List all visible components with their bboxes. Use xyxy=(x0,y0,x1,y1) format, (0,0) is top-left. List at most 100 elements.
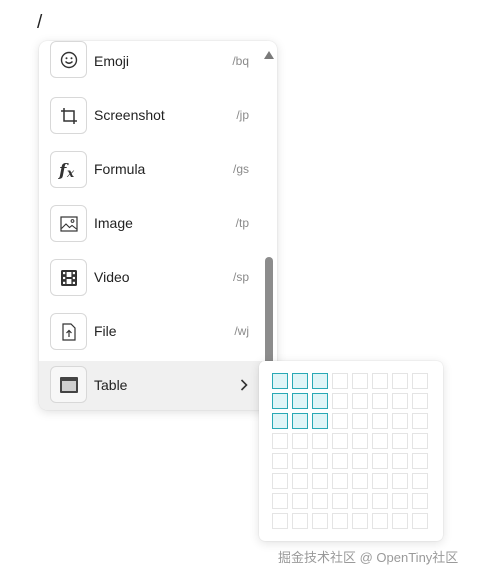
table-grid-cell[interactable] xyxy=(332,513,348,529)
menu-item-table[interactable]: Table xyxy=(39,361,262,410)
formula-fx-icon: f x xyxy=(50,151,87,188)
table-grid-cell[interactable] xyxy=(312,493,328,509)
table-grid-cell[interactable] xyxy=(352,513,368,529)
table-grid-cell-selected[interactable] xyxy=(312,373,328,389)
menu-item-shortcut: /gs xyxy=(232,162,249,176)
table-icon xyxy=(50,366,87,403)
table-grid-cell[interactable] xyxy=(292,493,308,509)
table-grid-cell[interactable] xyxy=(372,473,388,489)
table-grid-cell[interactable] xyxy=(392,473,408,489)
table-grid-cell[interactable] xyxy=(352,373,368,389)
table-size-grid[interactable] xyxy=(272,373,428,529)
menu-item-shortcut: /sp xyxy=(232,270,249,284)
menu-item-formula[interactable]: f x Formula /gs xyxy=(39,149,262,203)
menu-item-emoji[interactable]: Emoji /bq xyxy=(39,41,262,95)
table-grid-cell[interactable] xyxy=(272,473,288,489)
menu-item-label: Emoji xyxy=(94,53,130,69)
table-grid-cell[interactable] xyxy=(392,393,408,409)
menu-item-shortcut: /wj xyxy=(234,324,249,338)
table-grid-cell-selected[interactable] xyxy=(272,393,288,409)
table-grid-cell-selected[interactable] xyxy=(272,373,288,389)
watermark: 掘金技术社区 @ OpenTiny社区 xyxy=(278,550,459,565)
table-grid-cell[interactable] xyxy=(412,373,428,389)
video-film-icon xyxy=(50,259,87,296)
menu-item-label: Formula xyxy=(94,161,146,177)
table-grid-cell[interactable] xyxy=(412,493,428,509)
table-grid-cell[interactable] xyxy=(332,453,348,469)
menu-item-video[interactable]: Video /sp xyxy=(39,257,262,311)
svg-text:x: x xyxy=(66,166,75,180)
table-grid-cell[interactable] xyxy=(352,393,368,409)
table-grid-cell-selected[interactable] xyxy=(292,413,308,429)
menu-item-shortcut: /jp xyxy=(236,108,249,122)
menu-item-screenshot[interactable]: Screenshot /jp xyxy=(39,95,262,149)
table-grid-cell[interactable] xyxy=(292,513,308,529)
file-upload-icon xyxy=(50,313,87,350)
menu-item-label: Screenshot xyxy=(94,107,165,123)
table-grid-cell[interactable] xyxy=(372,413,388,429)
table-grid-cell-selected[interactable] xyxy=(292,373,308,389)
table-grid-cell[interactable] xyxy=(292,473,308,489)
table-grid-cell[interactable] xyxy=(392,433,408,449)
table-grid-cell[interactable] xyxy=(292,433,308,449)
table-grid-cell[interactable] xyxy=(372,433,388,449)
slash-command-menu: Emoji /bq Screenshot /jp f x Formula /gs xyxy=(39,41,277,410)
table-grid-cell[interactable] xyxy=(412,513,428,529)
table-grid-cell[interactable] xyxy=(292,453,308,469)
menu-item-shortcut: /tp xyxy=(235,216,249,230)
table-grid-cell[interactable] xyxy=(352,433,368,449)
chevron-right-icon xyxy=(240,378,248,396)
scrollbar-thumb[interactable] xyxy=(265,257,273,367)
table-size-picker xyxy=(259,361,443,541)
table-grid-cell[interactable] xyxy=(332,433,348,449)
table-grid-cell[interactable] xyxy=(372,453,388,469)
table-grid-cell[interactable] xyxy=(392,513,408,529)
table-grid-cell[interactable] xyxy=(412,413,428,429)
table-grid-cell[interactable] xyxy=(352,413,368,429)
menu-item-label: Video xyxy=(94,269,130,285)
menu-item-shortcut: /bq xyxy=(232,54,249,68)
table-grid-cell[interactable] xyxy=(412,473,428,489)
table-grid-cell-selected[interactable] xyxy=(272,413,288,429)
emoji-icon xyxy=(50,41,87,78)
table-grid-cell[interactable] xyxy=(392,413,408,429)
table-grid-cell-selected[interactable] xyxy=(312,413,328,429)
table-grid-cell[interactable] xyxy=(272,493,288,509)
menu-item-label: File xyxy=(94,323,117,339)
scroll-up-arrow-icon[interactable] xyxy=(264,46,274,64)
table-grid-cell[interactable] xyxy=(352,493,368,509)
table-grid-cell[interactable] xyxy=(372,373,388,389)
crop-icon xyxy=(50,97,87,134)
table-grid-cell[interactable] xyxy=(332,373,348,389)
table-grid-cell[interactable] xyxy=(272,453,288,469)
table-grid-cell[interactable] xyxy=(412,393,428,409)
table-grid-cell[interactable] xyxy=(312,473,328,489)
table-grid-cell[interactable] xyxy=(352,453,368,469)
table-grid-cell[interactable] xyxy=(332,393,348,409)
table-grid-cell[interactable] xyxy=(312,433,328,449)
slash-trigger: / xyxy=(37,12,43,33)
table-grid-cell[interactable] xyxy=(332,473,348,489)
table-grid-cell[interactable] xyxy=(372,393,388,409)
table-grid-cell[interactable] xyxy=(332,493,348,509)
menu-item-file[interactable]: File /wj xyxy=(39,311,262,365)
table-grid-cell[interactable] xyxy=(312,453,328,469)
table-grid-cell-selected[interactable] xyxy=(312,393,328,409)
table-grid-cell[interactable] xyxy=(352,473,368,489)
table-grid-cell[interactable] xyxy=(412,433,428,449)
table-grid-cell[interactable] xyxy=(272,433,288,449)
table-grid-cell[interactable] xyxy=(392,493,408,509)
menu-item-image[interactable]: Image /tp xyxy=(39,203,262,257)
menu-item-label: Image xyxy=(94,215,133,231)
menu-item-label: Table xyxy=(94,377,128,393)
table-grid-cell[interactable] xyxy=(372,513,388,529)
table-grid-cell[interactable] xyxy=(332,413,348,429)
table-grid-cell[interactable] xyxy=(312,513,328,529)
table-grid-cell[interactable] xyxy=(392,453,408,469)
table-grid-cell[interactable] xyxy=(372,493,388,509)
table-grid-cell-selected[interactable] xyxy=(292,393,308,409)
table-grid-cell[interactable] xyxy=(272,513,288,529)
table-grid-cell[interactable] xyxy=(392,373,408,389)
image-icon xyxy=(50,205,87,242)
table-grid-cell[interactable] xyxy=(412,453,428,469)
